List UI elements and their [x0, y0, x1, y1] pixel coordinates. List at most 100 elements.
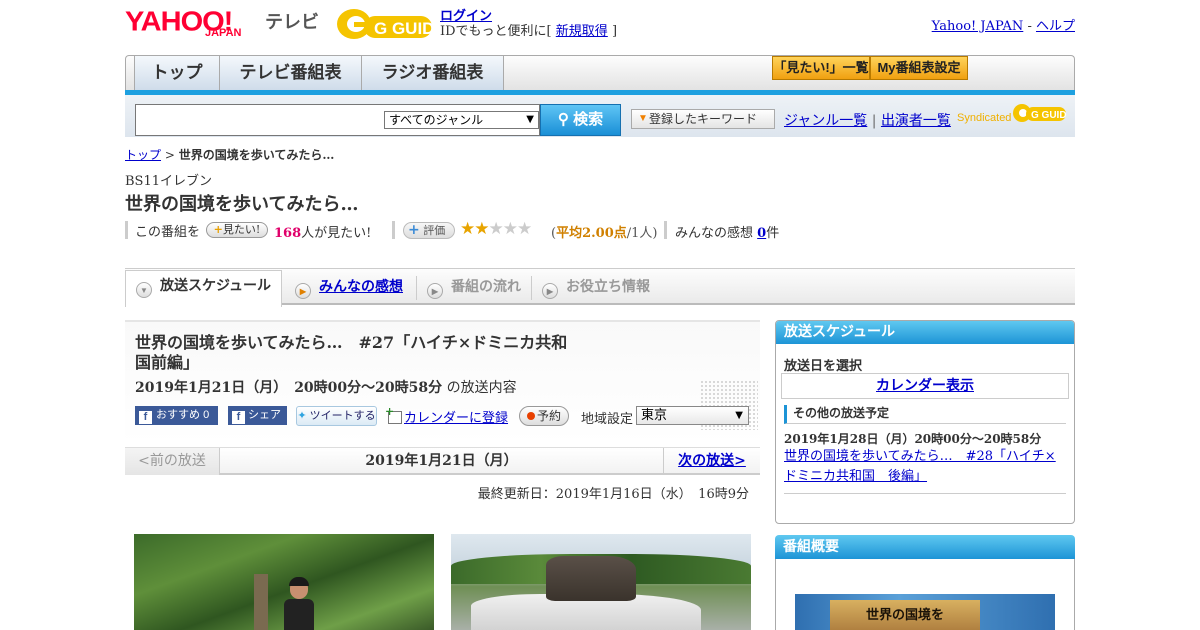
service-name: テレビ: [265, 12, 319, 32]
calendar-register-link[interactable]: カレンダーに登録: [404, 411, 508, 426]
genre-list-link[interactable]: ジャンル一覧: [784, 113, 867, 129]
tab-flow-label: 番組の流れ: [451, 278, 521, 294]
kanso-count-link[interactable]: 0: [757, 226, 766, 241]
gguide-small-logo: G GUIDE: [1012, 103, 1074, 123]
mitai-button-label: 見たい!: [222, 223, 261, 236]
mitai-button[interactable]: +見たい!: [206, 222, 268, 238]
gguide-logo: G GUIDE: [334, 7, 446, 41]
signup-link[interactable]: 新規取得: [556, 24, 608, 39]
other-schedule-heading: その他の放送予定: [784, 405, 1066, 424]
thumbnail-title-plaque: 世界の国境を: [830, 600, 980, 630]
rating-people: /1人: [626, 226, 653, 241]
kanso-label: みんなの感想: [675, 226, 754, 241]
genre-select[interactable]: すべてのジャンル ▼: [384, 111, 539, 129]
star-empty-icon: ★: [517, 219, 532, 239]
star-empty-icon: ★: [502, 219, 518, 239]
photo-person-hair: [289, 577, 309, 586]
breadcrumb-separator: >: [164, 148, 175, 162]
chevron-right-icon: ▶: [427, 283, 443, 299]
header-links: Yahoo! JAPAN - ヘルプ: [932, 15, 1075, 34]
info-divider: [392, 221, 395, 239]
genre-select-value: すべてのジャンル: [389, 113, 484, 127]
episode-datetime-value: 2019年1月21日（月） 20時00分～20時58分: [135, 380, 443, 396]
registered-keyword-button[interactable]: ▼ 登録したキーワード: [631, 109, 775, 129]
episode-datetime: 2019年1月21日（月） 20時00分～20時58分 の放送内容: [135, 377, 517, 397]
prev-broadcast-button: <前の放送: [125, 448, 220, 475]
sidebar-schedule-heading: 放送スケジュール: [776, 321, 1074, 344]
gguide-small-logo-text: G GUIDE: [1031, 110, 1067, 121]
last-updated: 最終更新日：2019年1月16日（水） 16時9分: [477, 487, 749, 502]
my-schedule-settings-button[interactable]: My番組表設定: [870, 56, 968, 80]
chevron-down-icon: ▼: [136, 282, 152, 298]
search-button-label: 検索: [573, 111, 604, 128]
tab-info: ▶ お役立ち情報: [542, 272, 650, 304]
sidebar-divider: [784, 493, 1066, 494]
mitai-count-number: 168: [274, 226, 302, 241]
plus-icon: +: [213, 223, 223, 236]
breadcrumb-top-link[interactable]: トップ: [125, 148, 161, 162]
nav-tab-radio-schedule[interactable]: ラジオ番組表: [362, 56, 504, 90]
yahoo-japan-link[interactable]: Yahoo! JAPAN: [932, 19, 1024, 34]
rating-average-close: ): [652, 226, 658, 241]
tweet-button[interactable]: ✦ ツイートする: [296, 406, 377, 426]
select-date-label: 放送日を選択: [784, 359, 863, 374]
chevron-right-icon: ▶: [295, 283, 311, 299]
performer-list-link[interactable]: 出演者一覧: [881, 113, 951, 129]
program-summary-heading: 番組概要: [775, 535, 1075, 559]
evaluate-button-label: 評価: [423, 224, 446, 237]
dropdown-arrow-icon: ▼: [526, 114, 534, 125]
breadcrumb-current: 世界の国境を歩いてみたら…: [178, 148, 335, 162]
nav-tab-top[interactable]: トップ: [134, 56, 220, 90]
header-link-separator: -: [1027, 19, 1032, 34]
photo-person-body: [284, 599, 314, 630]
area-select[interactable]: 東京 ▼: [636, 406, 749, 425]
breadcrumb: トップ > 世界の国境を歩いてみたら…: [125, 146, 334, 163]
help-link[interactable]: ヘルプ: [1036, 19, 1075, 34]
calendar-view-link[interactable]: カレンダー表示: [781, 373, 1069, 399]
kanso-unit: 件: [766, 226, 780, 241]
chevron-right-icon: ▶: [542, 283, 558, 299]
episode-datetime-suffix: の放送内容: [446, 380, 517, 396]
yahoo-logo-japan: JAPAN: [205, 27, 242, 39]
mitai-list-button[interactable]: 「見たい!」一覧: [772, 56, 870, 80]
mitai-count-suffix: 人が見たい!: [301, 226, 372, 241]
tab-separator: [416, 276, 417, 300]
episode-photo-1: [134, 534, 434, 630]
tab-separator: [531, 276, 532, 300]
facebook-share-label: シェア: [248, 409, 281, 421]
plus-icon: +: [408, 222, 420, 238]
facebook-icon: f: [139, 411, 152, 424]
next-broadcast-link[interactable]: 次の放送>: [663, 448, 760, 475]
mitai-prefix: この番組を: [135, 225, 201, 240]
twitter-bird-icon: ✦: [297, 410, 307, 422]
search-button[interactable]: ⚲ 検索: [540, 104, 621, 136]
facebook-recommend-button[interactable]: f おすすめ 0: [135, 406, 218, 425]
syndicated-label: Syndicated: [957, 112, 1012, 124]
reserve-button[interactable]: 予約: [519, 406, 569, 426]
search-icon: ⚲: [557, 111, 569, 128]
info-divider: [664, 221, 667, 239]
facebook-icon: f: [232, 411, 245, 424]
other-schedule-date: 2019年1月28日（月）20時00分～20時58分: [784, 432, 1042, 446]
record-dot-icon: [526, 412, 535, 420]
tab-kanso[interactable]: ▶ みんなの感想: [295, 272, 403, 304]
evaluate-button[interactable]: + 評価: [403, 222, 455, 239]
gguide-logo-text: G GUIDE: [374, 19, 434, 38]
tab-flow: ▶ 番組の流れ: [427, 272, 521, 304]
photo-statue: [546, 556, 636, 601]
id-prefix: IDでもっと便利に[: [440, 24, 552, 39]
facebook-share-button[interactable]: f シェア: [228, 406, 287, 425]
tab-schedule[interactable]: ▼ 放送スケジュール: [125, 270, 282, 307]
search-links: ジャンル一覧 | 出演者一覧: [784, 110, 951, 130]
episode-photo-2: [451, 534, 751, 630]
rating-stars: ★★★★★: [460, 219, 532, 239]
page-title: 世界の国境を歩いてみたら…: [125, 194, 359, 215]
nav-tab-tv-schedule[interactable]: テレビ番組表: [220, 56, 362, 90]
id-line: IDでもっと便利に[ 新規取得 ]: [440, 20, 617, 39]
calendar-register: カレンダーに登録: [385, 405, 508, 426]
dropdown-arrow-icon: ▼: [735, 410, 743, 421]
rating-average-value: 平均2.00点: [556, 226, 627, 241]
other-schedule-link[interactable]: 世界の国境を歩いてみたら… #28「ハイチ×ドミニカ共和国 後編」: [784, 447, 1066, 487]
facebook-recommend-label: おすすめ: [156, 409, 200, 421]
star-filled-icon: ★: [460, 219, 475, 239]
